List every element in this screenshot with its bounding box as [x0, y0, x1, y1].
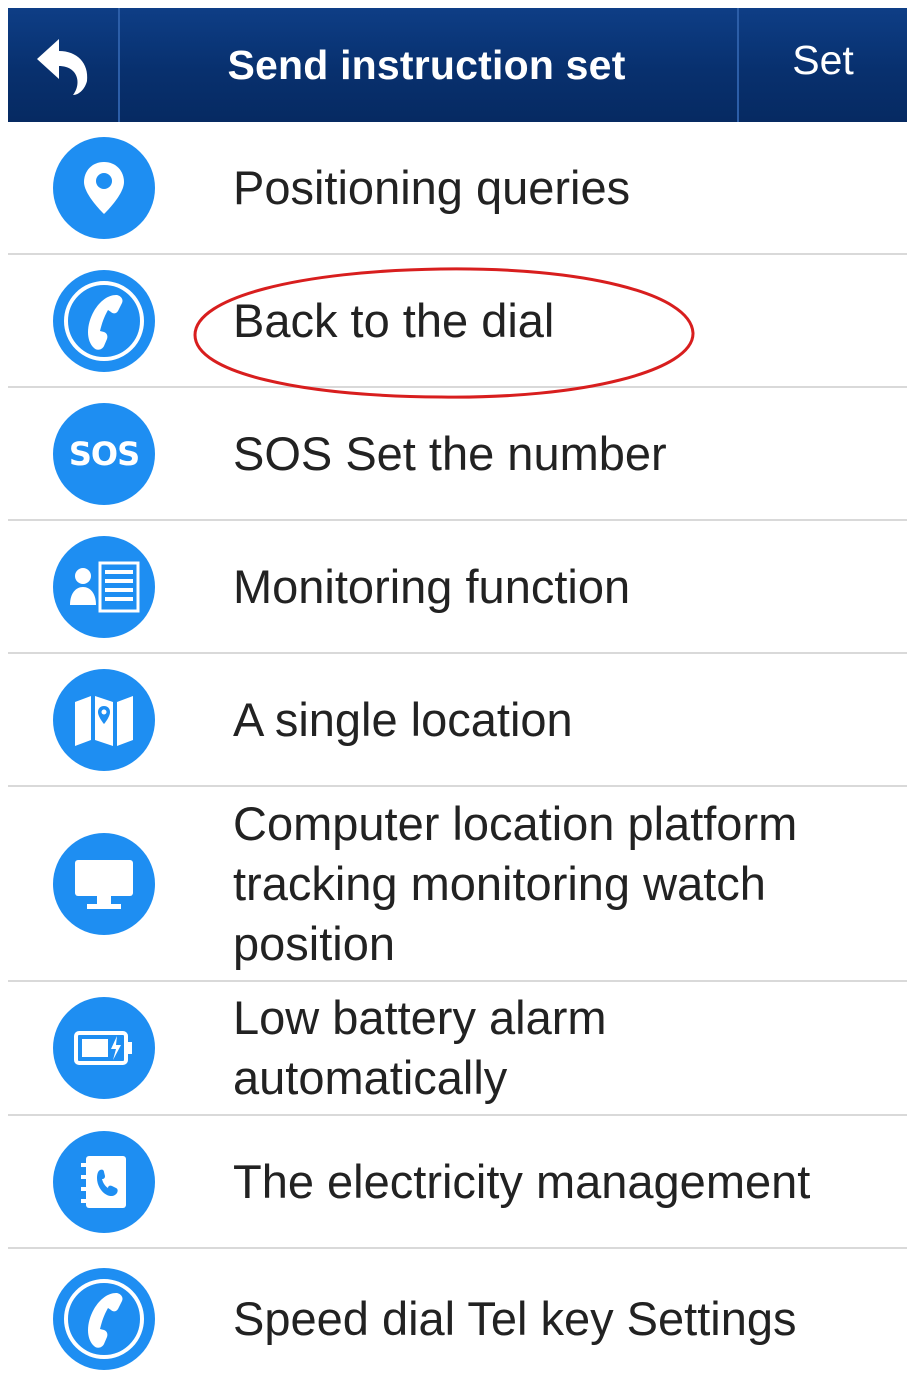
location-pin-icon [53, 136, 155, 239]
battery-icon [53, 997, 155, 1099]
list-item-positioning-queries[interactable]: Positioning queries [8, 122, 907, 255]
list-item-label: Speed dial Tel key Settings [233, 1292, 797, 1345]
list-item-label: The electricity management [233, 1154, 811, 1208]
monitor-icon [53, 832, 155, 935]
sos-icon: SOS [53, 402, 155, 505]
list-item-label: A single location [233, 692, 573, 746]
list-item-label: Monitoring function [233, 559, 631, 613]
list-item-label: Computer location platform tracking moni… [233, 796, 798, 970]
list-item-label: SOS Set the number [233, 426, 667, 480]
phone-book-icon [53, 1130, 155, 1233]
set-button[interactable]: Set [737, 8, 907, 122]
list-item-monitoring-function[interactable]: Monitoring function [8, 521, 907, 654]
list-item-back-to-the-dial[interactable]: Back to the dial [8, 255, 907, 388]
list-item-the-electricity-management[interactable]: The electricity management [8, 1116, 907, 1249]
list-item-a-single-location[interactable]: A single location [8, 654, 907, 787]
list-item-speed-dial-tel-key-settings[interactable]: Speed dial Tel key Settings [8, 1249, 907, 1389]
list-item-computer-location-platform[interactable]: Computer location platform tracking moni… [8, 787, 907, 982]
map-icon [53, 668, 155, 771]
list-item-label: Positioning queries [233, 160, 631, 214]
instruction-list: Positioning queries Back to the dial SOS [8, 122, 907, 1389]
page-title: Send instruction set [227, 41, 626, 88]
header-bar: Send instruction set Set [8, 8, 907, 122]
phone-handset-icon [53, 269, 155, 372]
phone-handset-icon [53, 1268, 155, 1370]
back-button[interactable] [8, 8, 120, 122]
list-item-label: Back to the dial [233, 293, 555, 347]
list-item-low-battery-alarm[interactable]: Low battery alarm automatically [8, 982, 907, 1116]
app-screen: Send instruction set Set Positioning que… [8, 8, 907, 1372]
contact-list-icon [53, 535, 155, 638]
list-item-sos-set-the-number[interactable]: SOS SOS Set the number [8, 388, 907, 521]
list-item-label: Low battery alarm automatically [233, 991, 607, 1104]
back-arrow-icon [37, 39, 88, 95]
